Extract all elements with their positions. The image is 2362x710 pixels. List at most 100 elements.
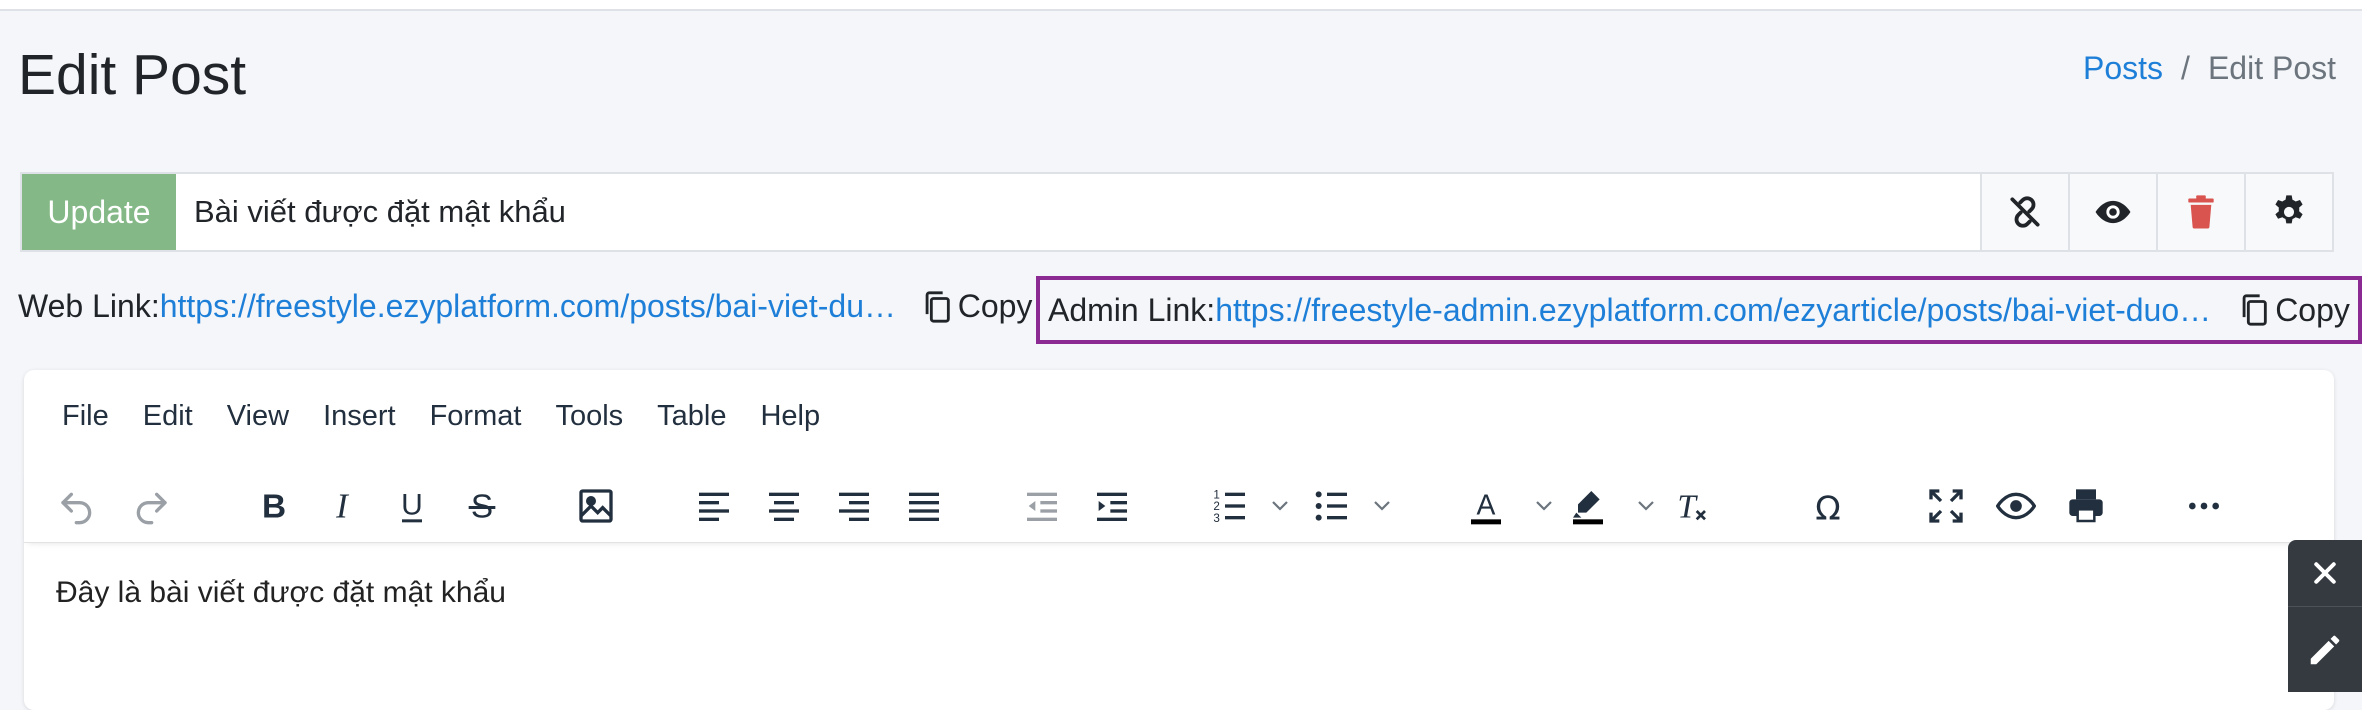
edit-panel-button[interactable] bbox=[2288, 608, 2362, 692]
admin-link-group: Admin Link: https://freestyle-admin.ezyp… bbox=[1036, 276, 2362, 344]
menu-format[interactable]: Format bbox=[430, 400, 522, 433]
menu-table[interactable]: Table bbox=[657, 400, 726, 433]
menu-help[interactable]: Help bbox=[760, 400, 820, 433]
more-icon bbox=[2189, 502, 2219, 510]
eye-icon bbox=[1996, 492, 2036, 520]
text-color-icon: A bbox=[1471, 489, 1501, 525]
undo-button[interactable] bbox=[54, 482, 102, 530]
highlight-color-button[interactable] bbox=[1564, 482, 1612, 530]
unlink-icon bbox=[2010, 196, 2040, 228]
insert-image-button[interactable] bbox=[572, 482, 620, 530]
copy-icon bbox=[2242, 294, 2267, 326]
align-right-icon bbox=[839, 492, 869, 521]
close-icon bbox=[2314, 562, 2336, 584]
bullet-list-icon bbox=[1315, 491, 1347, 521]
breadcrumb: Posts / Edit Post bbox=[2083, 46, 2336, 90]
strikethrough-icon: S bbox=[468, 489, 496, 526]
delete-button[interactable] bbox=[2156, 174, 2244, 250]
admin-link-copy-button[interactable]: Copy bbox=[2239, 292, 2350, 329]
text-color-dropdown-chevron-icon[interactable] bbox=[1532, 494, 1556, 518]
justify-button[interactable] bbox=[900, 482, 948, 530]
fullscreen-button[interactable] bbox=[1922, 482, 1970, 530]
trash-icon bbox=[2188, 195, 2214, 229]
preview-content-button[interactable] bbox=[1992, 482, 2040, 530]
top-border bbox=[0, 0, 2362, 11]
italic-icon: I bbox=[335, 487, 350, 526]
underline-button[interactable]: U bbox=[388, 482, 436, 530]
menu-edit[interactable]: Edit bbox=[143, 400, 193, 433]
undo-icon bbox=[61, 492, 92, 525]
image-icon bbox=[579, 489, 613, 523]
clear-formatting-button[interactable]: T bbox=[1666, 482, 1714, 530]
align-left-icon bbox=[699, 492, 729, 521]
gear-icon bbox=[2275, 195, 2303, 224]
breadcrumb-link-posts[interactable]: Posts bbox=[2083, 46, 2163, 90]
bold-button[interactable]: B bbox=[250, 482, 298, 530]
highlight-icon bbox=[1573, 491, 1603, 525]
rich-text-editor: File Edit View Insert Format Tools Table… bbox=[24, 370, 2334, 710]
numbered-list-icon: 123 bbox=[1213, 489, 1245, 525]
svg-text:I: I bbox=[335, 487, 350, 526]
clear-formatting-icon: T bbox=[1677, 489, 1706, 526]
bullet-list-button[interactable] bbox=[1308, 482, 1356, 530]
floating-action-panel bbox=[2288, 540, 2362, 692]
unlink-button[interactable] bbox=[1980, 174, 2068, 250]
italic-button[interactable]: I bbox=[318, 482, 366, 530]
more-tools-button[interactable] bbox=[2180, 482, 2228, 530]
close-panel-button[interactable] bbox=[2288, 540, 2362, 607]
menu-insert[interactable]: Insert bbox=[323, 400, 396, 433]
post-title-bar: Update bbox=[20, 172, 2334, 252]
svg-text:T: T bbox=[1677, 489, 1698, 526]
align-center-icon bbox=[769, 492, 799, 521]
numbered-list-dropdown-chevron-icon[interactable] bbox=[1268, 494, 1292, 518]
indent-button[interactable] bbox=[1088, 482, 1136, 530]
menu-file[interactable]: File bbox=[62, 400, 109, 433]
preview-button[interactable] bbox=[2068, 174, 2156, 250]
web-link-group: Web Link: https://freestyle.ezyplatform.… bbox=[18, 288, 1032, 325]
align-left-button[interactable] bbox=[690, 482, 738, 530]
breadcrumb-current: Edit Post bbox=[2207, 50, 2336, 86]
outdent-button[interactable] bbox=[1018, 482, 1066, 530]
copy-icon bbox=[925, 290, 950, 323]
redo-button[interactable] bbox=[126, 482, 174, 530]
editor-toolbar: B I U S 123 A T Ω bbox=[24, 470, 2334, 543]
underline-icon: U bbox=[401, 488, 423, 523]
web-link-label: Web Link: bbox=[18, 288, 160, 324]
bullet-list-dropdown-chevron-icon[interactable] bbox=[1370, 494, 1394, 518]
admin-link-label: Admin Link: bbox=[1048, 291, 1216, 328]
highlight-dropdown-chevron-icon[interactable] bbox=[1634, 494, 1658, 518]
page-title: Edit Post bbox=[18, 43, 247, 107]
indent-icon bbox=[1097, 492, 1127, 521]
web-link-copy-label: Copy bbox=[957, 288, 1033, 324]
align-right-button[interactable] bbox=[830, 482, 878, 530]
svg-text:A: A bbox=[1477, 489, 1496, 521]
menu-tools[interactable]: Tools bbox=[555, 400, 623, 433]
print-button[interactable] bbox=[2062, 482, 2110, 530]
menu-view[interactable]: View bbox=[227, 400, 289, 433]
numbered-list-button[interactable]: 123 bbox=[1206, 482, 1254, 530]
links-row: Web Link: https://freestyle.ezyplatform.… bbox=[18, 276, 2362, 346]
web-link-url[interactable]: https://freestyle.ezyplatform.com/posts/… bbox=[160, 288, 908, 325]
outdent-icon bbox=[1027, 492, 1057, 521]
redo-icon bbox=[136, 492, 167, 525]
print-icon bbox=[2069, 489, 2103, 523]
justify-icon bbox=[909, 492, 939, 521]
bold-icon: B bbox=[262, 489, 286, 526]
svg-text:U: U bbox=[401, 488, 423, 521]
post-title-input[interactable] bbox=[176, 174, 1980, 250]
eye-icon bbox=[2095, 200, 2131, 224]
strikethrough-button[interactable]: S bbox=[458, 482, 506, 530]
svg-text:3: 3 bbox=[1213, 512, 1219, 525]
fullscreen-icon bbox=[1929, 489, 1963, 523]
update-button[interactable]: Update bbox=[22, 174, 176, 250]
omega-icon: Ω bbox=[1815, 488, 1840, 526]
web-link-copy-button[interactable]: Copy bbox=[922, 288, 1033, 325]
admin-link-copy-label: Copy bbox=[2275, 291, 2350, 328]
editor-content[interactable]: Đây là bài viết được đặt mật khẩu bbox=[56, 576, 506, 610]
special-character-button[interactable]: Ω bbox=[1804, 482, 1852, 530]
align-center-button[interactable] bbox=[760, 482, 808, 530]
text-color-button[interactable]: A bbox=[1462, 482, 1510, 530]
svg-text:Ω: Ω bbox=[1815, 488, 1840, 526]
settings-button[interactable] bbox=[2244, 174, 2332, 250]
admin-link-url[interactable]: https://freestyle-admin.ezyplatform.com/… bbox=[1215, 292, 2213, 329]
